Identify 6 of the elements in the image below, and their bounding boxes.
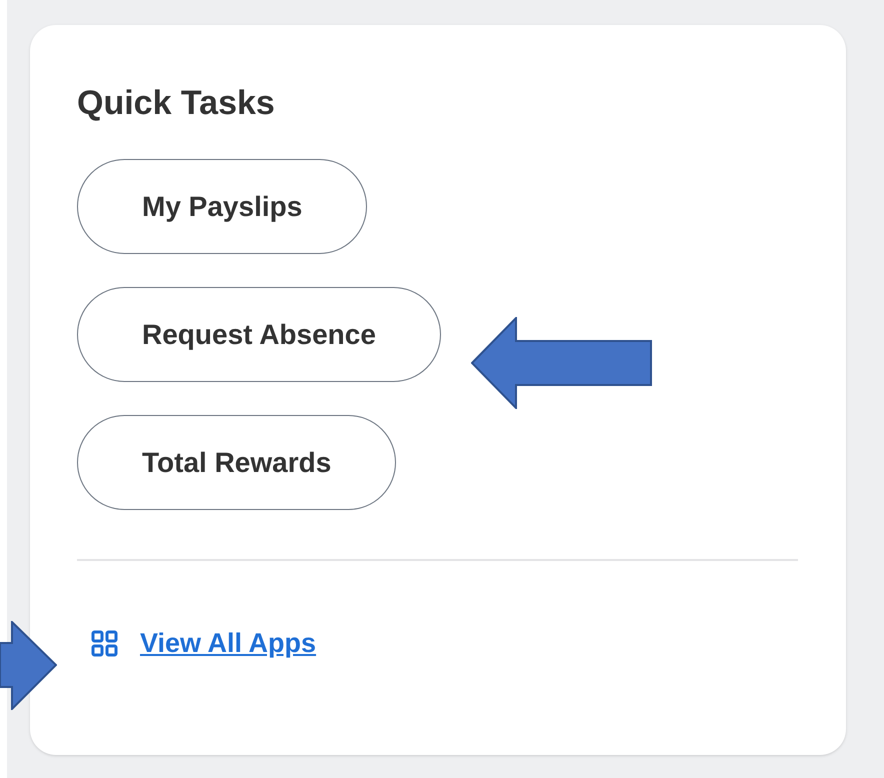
task-button[interactable]: Total Rewards [77,415,396,510]
task-button[interactable]: My Payslips [77,159,368,254]
card-title: Quick Tasks [77,83,275,123]
app-grid-icon [91,630,118,657]
view-all-apps-link[interactable]: View All Apps [140,623,316,664]
task-button[interactable]: Request Absence [77,287,441,382]
